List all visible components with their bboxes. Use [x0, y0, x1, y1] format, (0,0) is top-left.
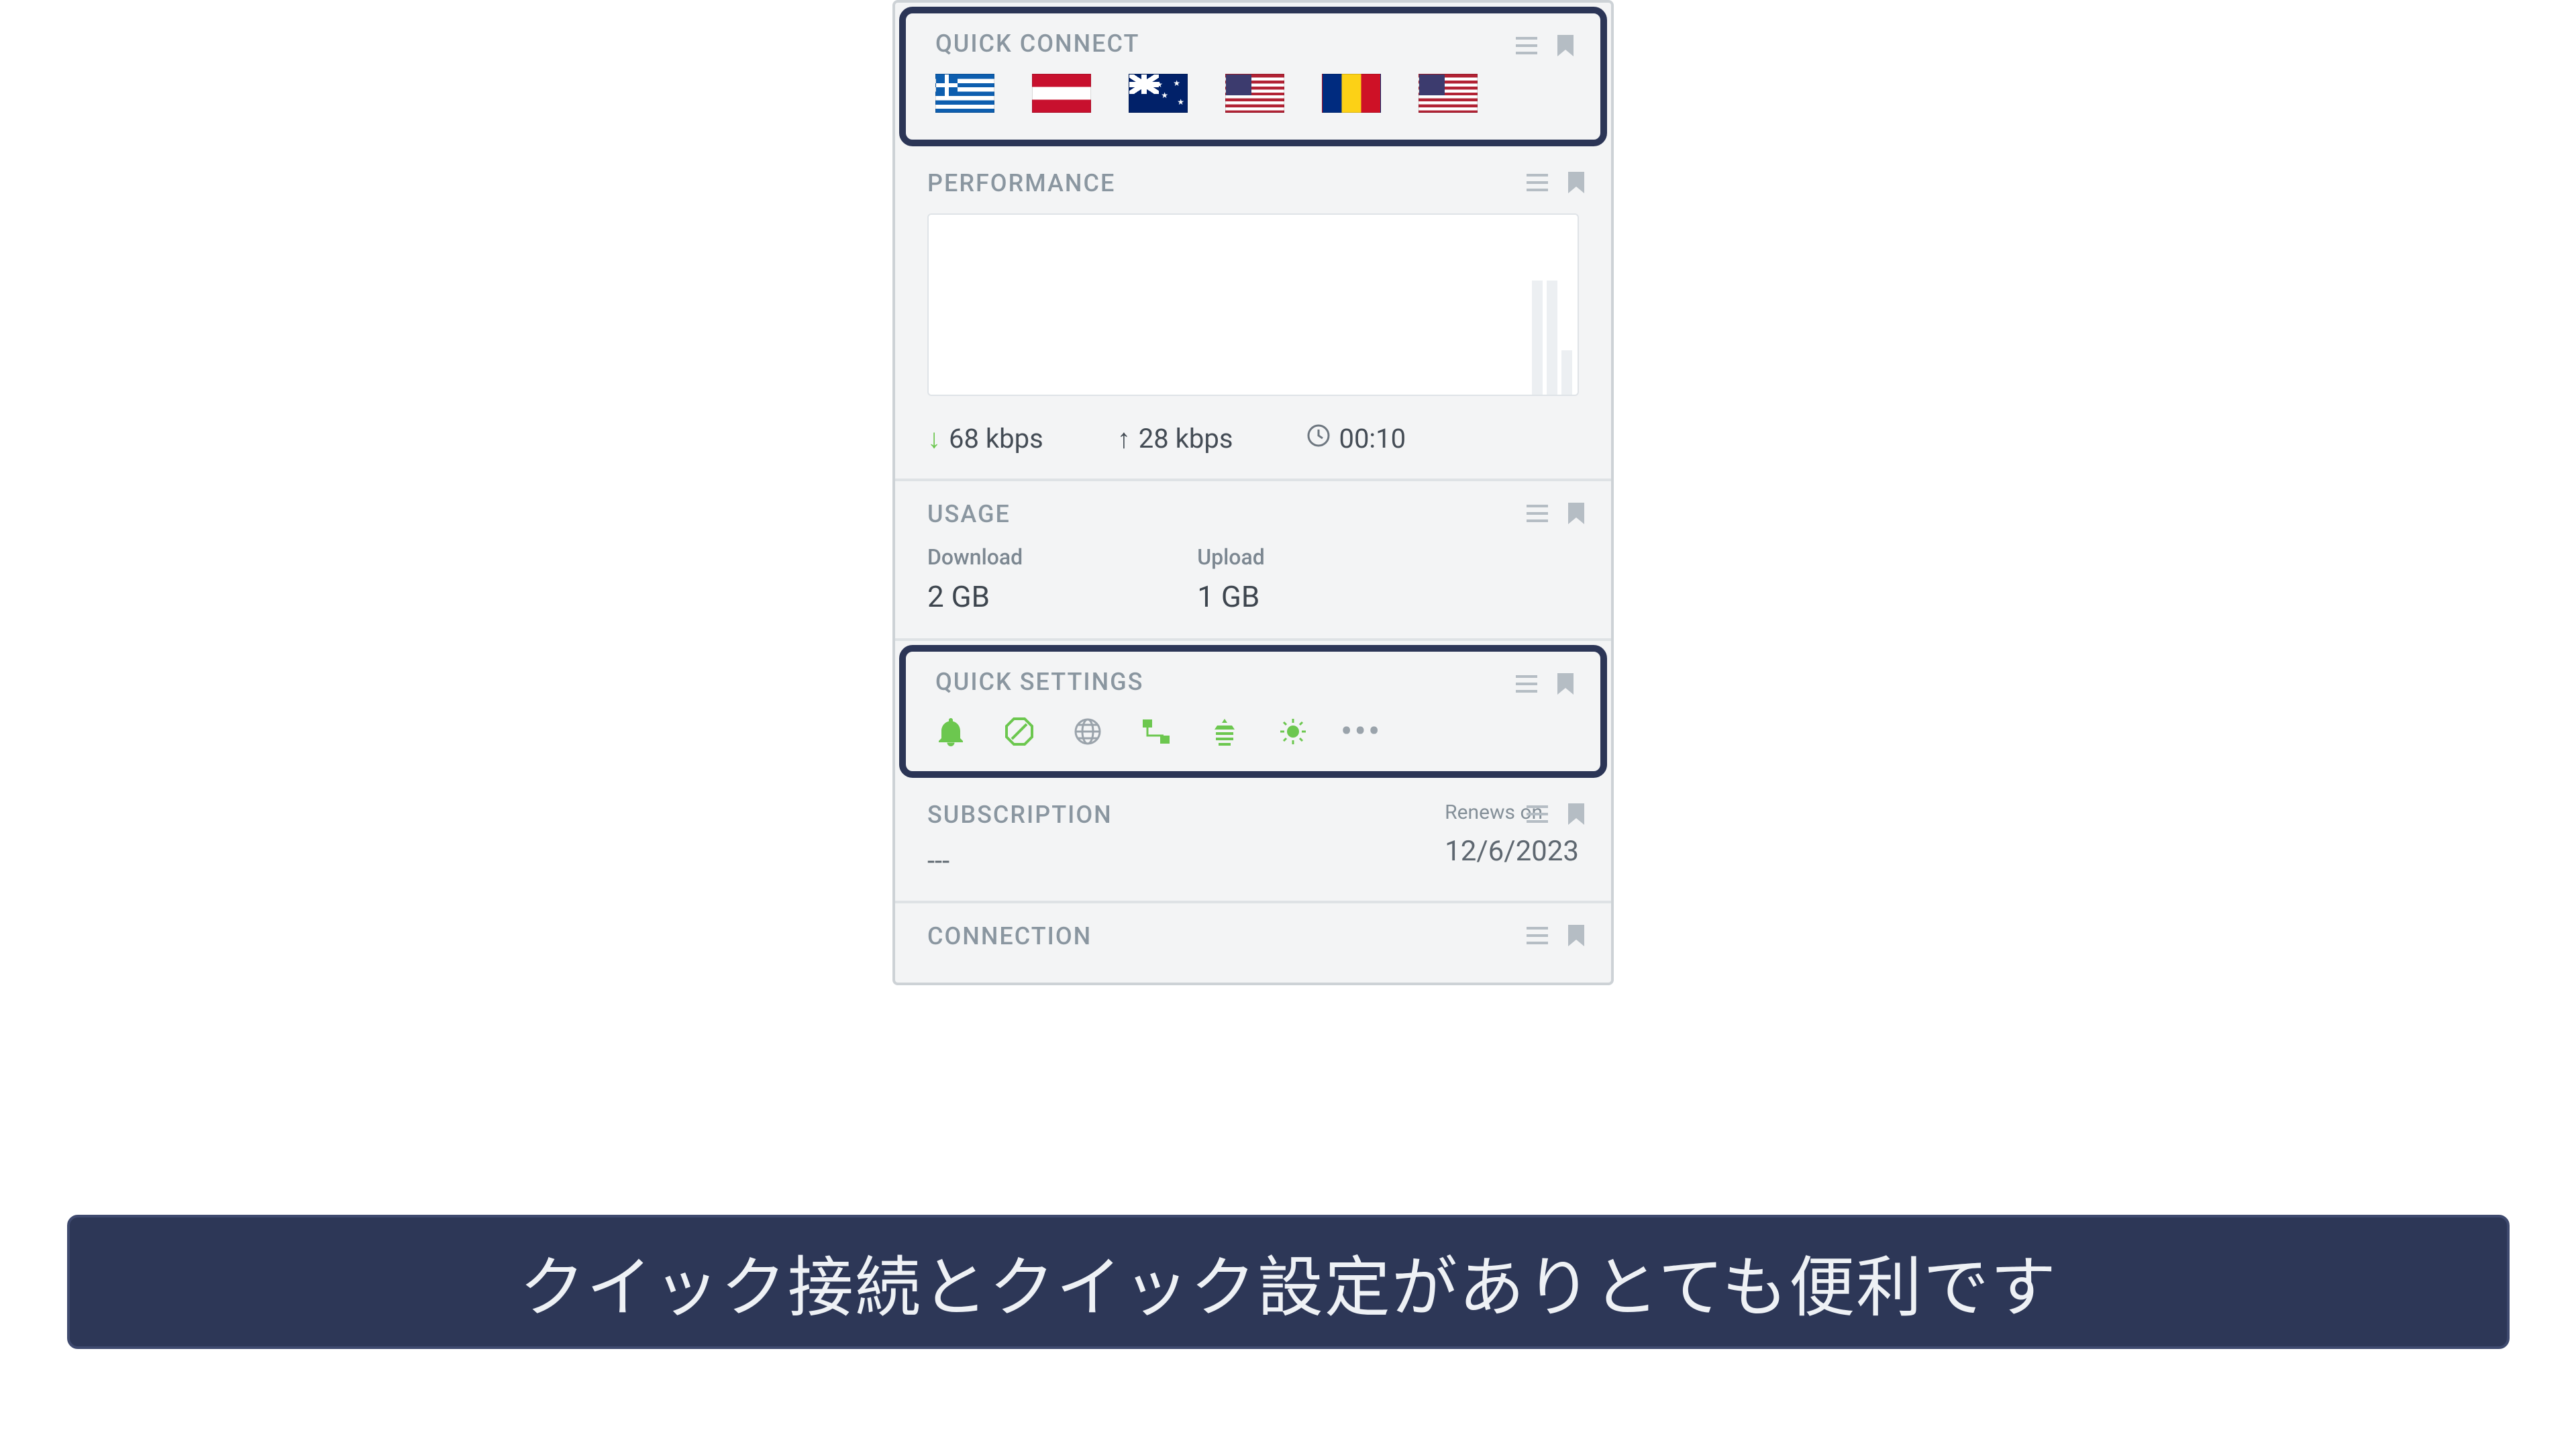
- vpn-app-panel: QUICK CONNECT PERFORMANCE: [892, 0, 1614, 985]
- performance-title: PERFORMANCE: [927, 169, 1579, 197]
- bookmark-icon[interactable]: [1568, 803, 1584, 825]
- bookmark-icon[interactable]: [1568, 172, 1584, 193]
- bookmark-icon[interactable]: [1557, 673, 1574, 695]
- menu-lines-icon[interactable]: [1527, 927, 1548, 944]
- flag-usa[interactable]: [1225, 74, 1284, 113]
- usage-download-value: 2 GB: [927, 579, 1023, 614]
- bell-icon[interactable]: [935, 716, 966, 747]
- subscription-header-icons: [1527, 803, 1584, 825]
- flag-australia[interactable]: [1129, 74, 1188, 113]
- quick-connect-section: QUICK CONNECT: [899, 7, 1607, 146]
- usage-download-label: Download: [927, 544, 1023, 570]
- subscription-section: SUBSCRIPTION --- Renews on 12/6/2023: [895, 782, 1611, 903]
- renews-on-date: 12/6/2023: [1445, 835, 1579, 868]
- download-speed: ↓ 68 kbps: [927, 423, 1043, 454]
- quick-connect-header-icons: [1516, 35, 1574, 56]
- upload-speed: ↑ 28 kbps: [1117, 423, 1233, 454]
- performance-graph: [927, 213, 1579, 396]
- quick-connect-flags: [935, 74, 1571, 113]
- connection-title: CONNECTION: [927, 922, 1579, 950]
- usage-title: USAGE: [927, 500, 1579, 528]
- flag-romania[interactable]: [1322, 74, 1381, 113]
- flag-usa-2[interactable]: [1419, 74, 1478, 113]
- quick-settings-icons: •••: [935, 716, 1571, 747]
- usage-download: Download 2 GB: [927, 544, 1023, 614]
- block-icon[interactable]: [1004, 716, 1035, 747]
- performance-stats: ↓ 68 kbps ↑ 28 kbps 00:10: [927, 423, 1579, 454]
- usage-header-icons: [1527, 503, 1584, 524]
- download-speed-value: 68 kbps: [949, 423, 1043, 454]
- bookmark-icon[interactable]: [1568, 503, 1584, 524]
- connection-header-icons: [1527, 925, 1584, 946]
- bookmark-icon[interactable]: [1568, 925, 1584, 946]
- flag-greece[interactable]: [935, 74, 994, 113]
- menu-lines-icon[interactable]: [1527, 805, 1548, 823]
- upload-speed-value: 28 kbps: [1139, 423, 1233, 454]
- more-icon[interactable]: •••: [1346, 716, 1377, 747]
- usage-upload-label: Upload: [1197, 544, 1265, 570]
- quick-connect-title: QUICK CONNECT: [935, 30, 1571, 58]
- arrow-up-icon: ↑: [1117, 423, 1131, 454]
- connection-section: CONNECTION: [895, 903, 1611, 983]
- bug-shield-icon[interactable]: [1209, 716, 1240, 747]
- duration-value: 00:10: [1339, 423, 1406, 454]
- performance-header-icons: [1527, 172, 1584, 193]
- subscription-title: SUBSCRIPTION: [927, 801, 1113, 829]
- network-nodes-icon[interactable]: [1141, 716, 1172, 747]
- usage-upload-value: 1 GB: [1197, 579, 1265, 614]
- lightbulb-icon[interactable]: [1278, 716, 1308, 747]
- flag-austria[interactable]: [1032, 74, 1091, 113]
- usage-columns: Download 2 GB Upload 1 GB: [927, 544, 1579, 614]
- subscription-plan: ---: [927, 845, 1113, 877]
- clock-icon: [1306, 423, 1331, 454]
- usage-upload: Upload 1 GB: [1197, 544, 1265, 614]
- caption-bar: クイック接続とクイック設定がありとても便利です: [67, 1215, 2510, 1349]
- quick-settings-header-icons: [1516, 673, 1574, 695]
- connection-duration: 00:10: [1306, 423, 1406, 454]
- performance-section: PERFORMANCE ↓ 68 kbps ↑ 28 kbps: [895, 150, 1611, 481]
- menu-lines-icon[interactable]: [1527, 505, 1548, 522]
- bookmark-icon[interactable]: [1557, 35, 1574, 56]
- arrow-down-icon: ↓: [927, 423, 941, 454]
- quick-settings-title: QUICK SETTINGS: [935, 668, 1571, 696]
- quick-settings-section: QUICK SETTINGS: [899, 645, 1607, 778]
- usage-section: USAGE Download 2 GB Upload 1 GB: [895, 481, 1611, 641]
- caption-text: クイック接続とクイック設定がありとても便利です: [519, 1234, 2057, 1330]
- menu-lines-icon[interactable]: [1516, 675, 1537, 693]
- menu-lines-icon[interactable]: [1516, 37, 1537, 54]
- globe-sync-icon[interactable]: [1072, 716, 1103, 747]
- menu-lines-icon[interactable]: [1527, 174, 1548, 191]
